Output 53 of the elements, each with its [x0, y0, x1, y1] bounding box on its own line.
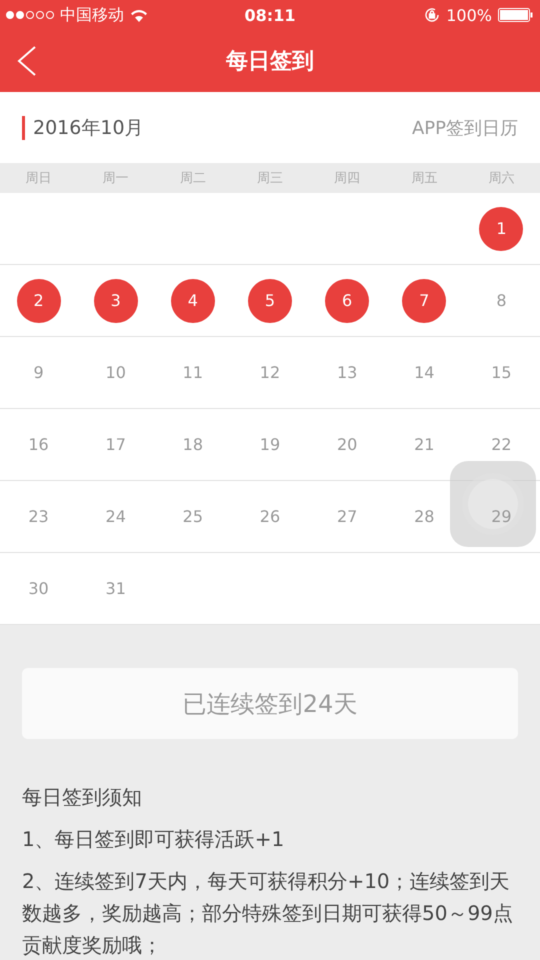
calendar-day[interactable]: 5 [248, 278, 292, 322]
calendar-day[interactable]: 1 [479, 206, 524, 250]
calendar-day[interactable]: 3 [94, 278, 138, 322]
calendar-day[interactable]: 22 [479, 422, 524, 466]
battery-percent: 100% [446, 6, 492, 24]
calendar-day[interactable]: 11 [170, 350, 215, 394]
month-label: 2016年10月 [33, 116, 145, 140]
page-title: 每日签到 [226, 48, 314, 76]
calendar-day[interactable]: 27 [325, 494, 370, 538]
calendar-day[interactable]: 18 [170, 422, 215, 466]
calendar-day[interactable]: 23 [16, 494, 61, 538]
calendar-day[interactable]: 31 [94, 566, 138, 610]
calendar-day[interactable]: 12 [248, 350, 292, 394]
calendar-link[interactable]: APP签到日历 [412, 116, 518, 140]
calendar-day[interactable]: 8 [479, 278, 524, 322]
calendar-day[interactable]: 30 [16, 566, 61, 610]
wifi-icon [130, 8, 148, 22]
weekday-label: 周五 [410, 170, 438, 187]
calendar-day[interactable]: 9 [16, 350, 61, 394]
status-time: 08:11 [244, 6, 296, 24]
calendar-day[interactable]: 19 [248, 422, 292, 466]
calendar-day[interactable]: 26 [248, 494, 292, 538]
weekday-label: 周二 [178, 170, 207, 187]
calendar-day[interactable]: 4 [170, 278, 215, 322]
calendar-day[interactable]: 6 [325, 278, 370, 322]
calendar-day[interactable]: 7 [402, 278, 446, 322]
weekday-label: 周六 [487, 170, 516, 187]
calendar-day[interactable]: 24 [94, 494, 138, 538]
calendar-day[interactable]: 21 [402, 422, 446, 466]
calendar-day[interactable]: 29 [479, 494, 524, 538]
notice-item: 1、每日签到即可获得活跃+1 [22, 826, 286, 853]
calendar-day[interactable]: 2 [16, 278, 61, 322]
calendar-day[interactable]: 17 [94, 422, 138, 466]
weekday-label: 周日 [24, 170, 53, 187]
signal-icon [6, 11, 54, 19]
battery-icon [498, 8, 534, 22]
calendar-day[interactable]: 16 [16, 422, 61, 466]
streak-card: 已连续签到24天 [22, 668, 518, 739]
calendar-day[interactable]: 14 [402, 350, 446, 394]
calendar-day[interactable]: 15 [479, 350, 524, 394]
weekday-label: 周四 [333, 170, 362, 187]
notice-title: 每日签到须知 [22, 784, 143, 811]
calendar-day[interactable]: 10 [94, 350, 138, 394]
calendar-day[interactable]: 20 [325, 422, 370, 466]
calendar-day[interactable]: 25 [170, 494, 215, 538]
weekday-label: 周三 [256, 170, 284, 187]
carrier-name: 中国移动 [60, 4, 124, 26]
calendar-day[interactable]: 13 [325, 350, 370, 394]
calendar-day[interactable]: 28 [402, 494, 446, 538]
back-icon[interactable] [16, 45, 38, 77]
notice-item: 2、连续签到7天内，每天可获得积分+10；连续签到天数越多，奖励越高；部分特殊签到日期可获得50～99点贡献度奖励哦； [22, 868, 514, 959]
weekday-label: 周一 [102, 170, 130, 187]
rotation-lock-icon [424, 7, 440, 23]
